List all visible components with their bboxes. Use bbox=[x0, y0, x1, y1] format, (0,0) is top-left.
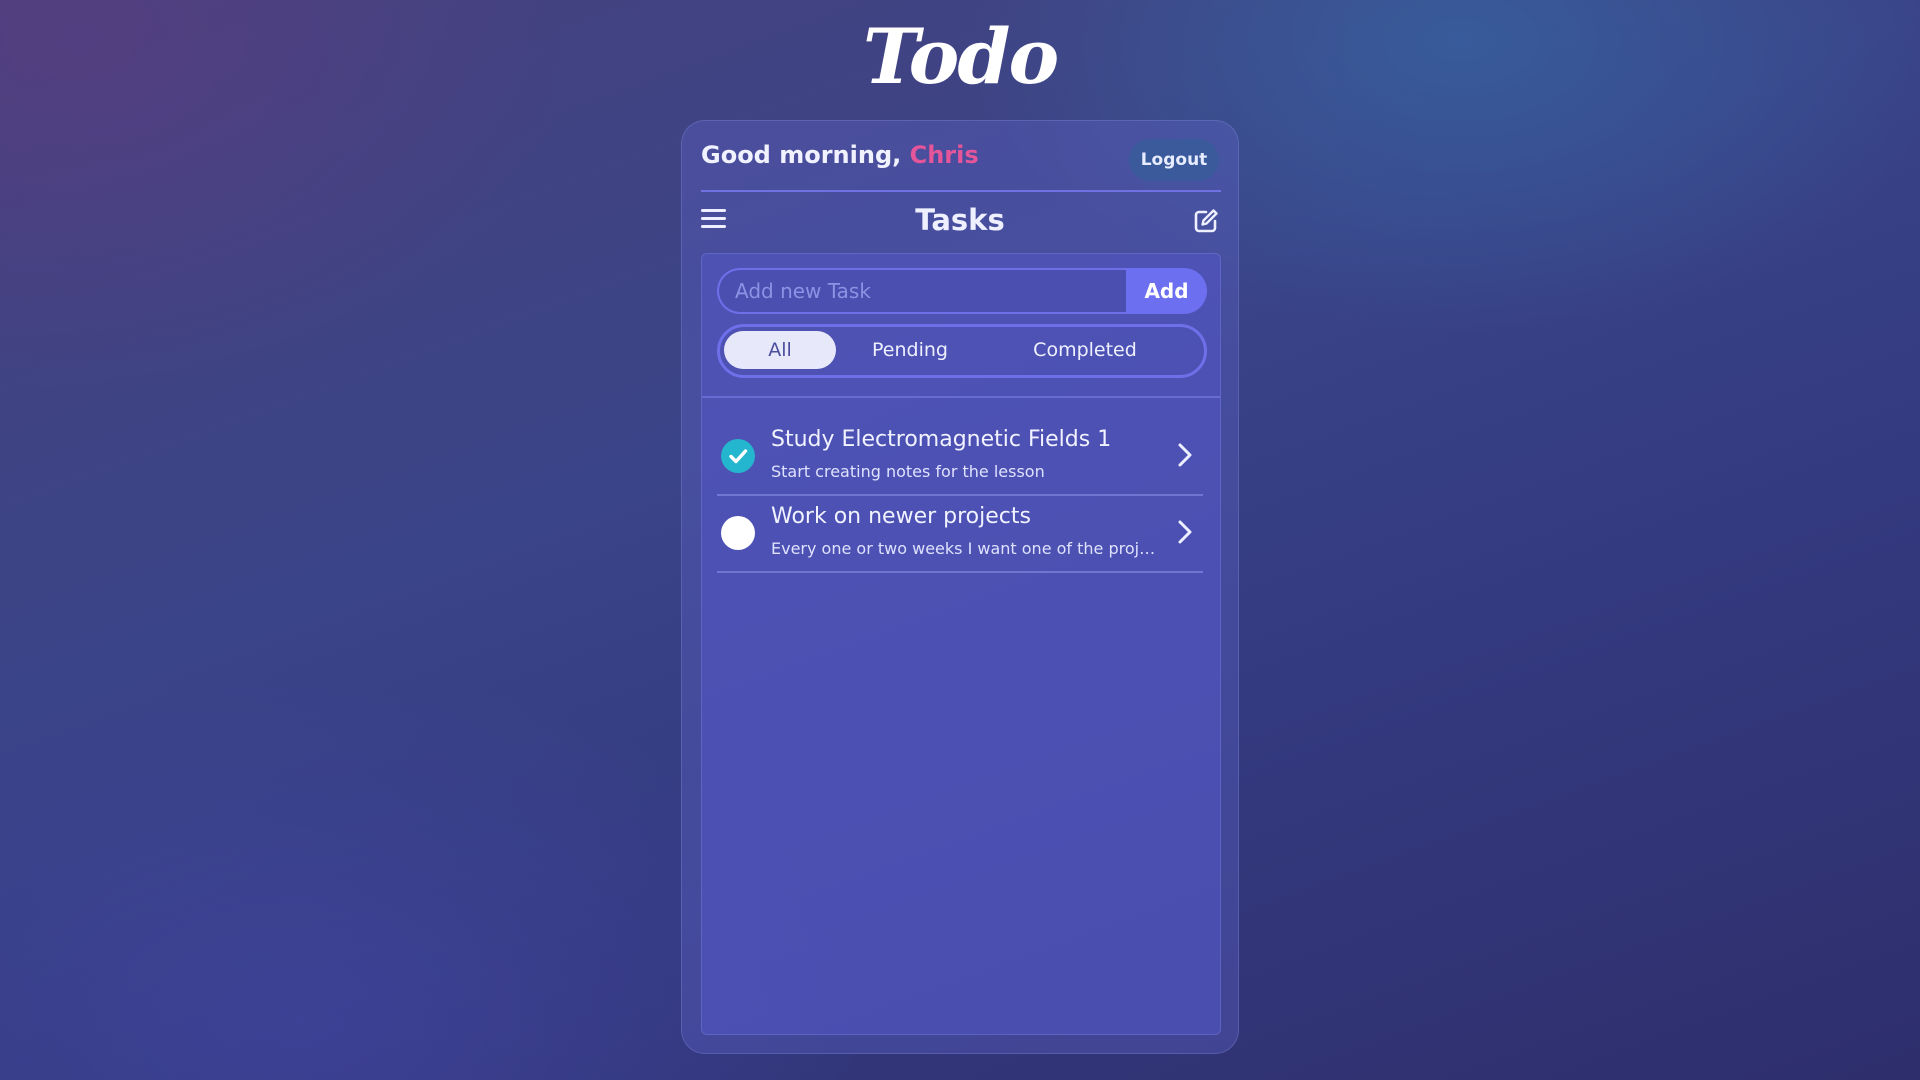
tab-all[interactable]: All bbox=[724, 331, 836, 369]
task-description: Every one or two weeks I want one of the… bbox=[771, 539, 1163, 558]
filter-tabs: All Pending Completed bbox=[717, 324, 1207, 378]
task-description: Start creating notes for the lesson bbox=[771, 462, 1045, 481]
new-task-input[interactable] bbox=[717, 268, 1127, 314]
edit-icon[interactable] bbox=[1193, 208, 1219, 234]
add-task-row: Add bbox=[717, 268, 1207, 314]
add-task-button[interactable]: Add bbox=[1126, 268, 1207, 314]
todo-card: Good morning, Chris Logout Tasks Add All… bbox=[681, 120, 1239, 1054]
task-title: Work on newer projects bbox=[771, 504, 1031, 529]
task-title: Study Electromagnetic Fields 1 bbox=[771, 427, 1112, 452]
check-circle-icon[interactable] bbox=[721, 439, 755, 473]
page-title: Tasks bbox=[915, 203, 1005, 237]
empty-circle-icon[interactable] bbox=[721, 516, 755, 550]
panel-divider bbox=[702, 396, 1220, 398]
logout-button[interactable]: Logout bbox=[1129, 139, 1219, 181]
greeting-text: Good morning, bbox=[701, 141, 902, 169]
task-item[interactable]: Work on newer projects Every one or two … bbox=[717, 494, 1203, 573]
chevron-right-icon[interactable] bbox=[1177, 519, 1193, 545]
user-name: Chris bbox=[909, 141, 979, 169]
task-item[interactable]: Study Electromagnetic Fields 1 Start cre… bbox=[717, 417, 1203, 496]
chevron-right-icon[interactable] bbox=[1177, 442, 1193, 468]
greeting: Good morning, Chris bbox=[701, 141, 979, 169]
tab-completed[interactable]: Completed bbox=[980, 331, 1190, 369]
tasks-panel: Add All Pending Completed Study Electrom… bbox=[701, 253, 1221, 1035]
tab-pending[interactable]: Pending bbox=[844, 331, 976, 369]
app-logo: Todo bbox=[862, 12, 1059, 101]
header-divider bbox=[701, 190, 1221, 192]
